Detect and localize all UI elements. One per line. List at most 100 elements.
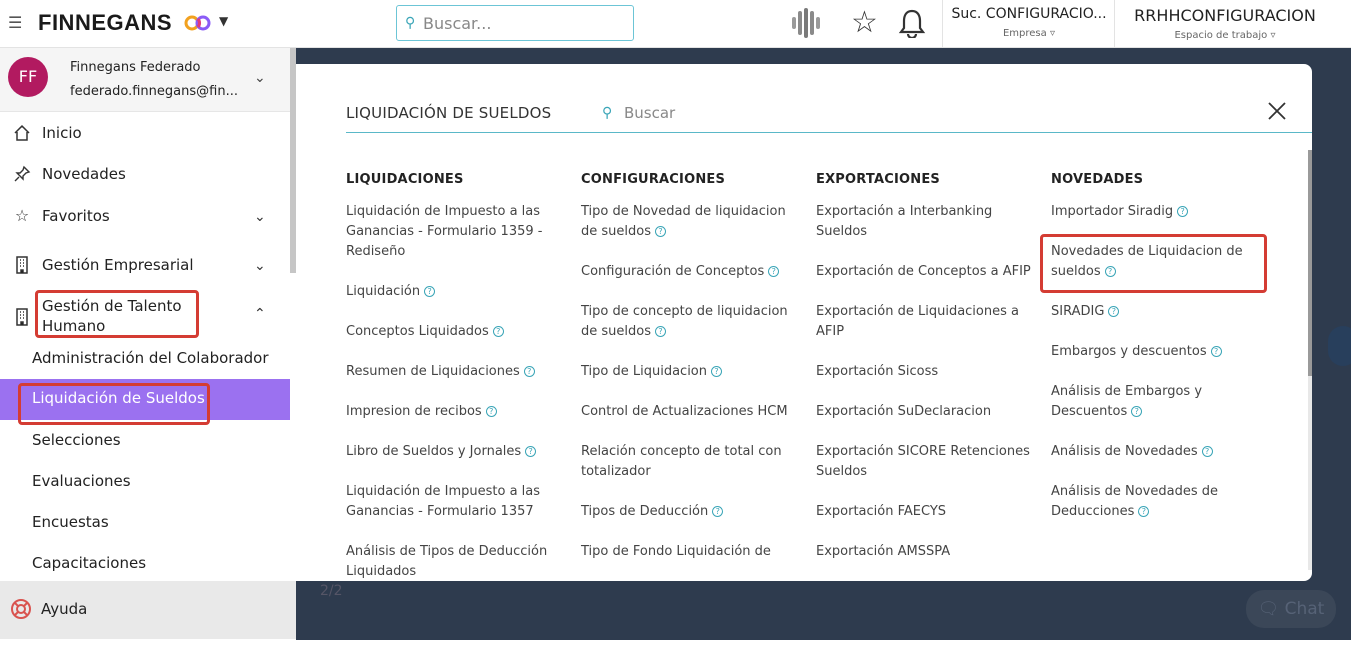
sidebar-item-inicio[interactable]: Inicio (0, 116, 290, 152)
hamburger-icon[interactable]: ☰ (8, 13, 22, 32)
home-icon (14, 124, 30, 141)
subitem-label: Liquidación de Sueldos (32, 389, 205, 407)
menu-link[interactable]: Relación concepto de total con totalizad… (581, 442, 796, 482)
help-circle-icon[interactable]: ? (1104, 266, 1116, 277)
modal-title: LIQUIDACIÓN DE SUELDOS (346, 104, 552, 122)
global-search-input[interactable] (423, 12, 623, 34)
pin-icon (14, 165, 31, 182)
chat-button[interactable]: 🗨 Chat (1246, 590, 1336, 628)
menu-link[interactable]: Configuración de Conceptos? (581, 262, 796, 282)
help-circle-icon[interactable]: ? (485, 406, 497, 417)
menu-link[interactable]: Impresion de recibos? (346, 402, 561, 422)
menu-link[interactable]: Análisis de Novedades de Deducciones? (1051, 482, 1266, 522)
menu-link[interactable]: Tipo de Novedad de liquidacion de sueldo… (581, 202, 796, 242)
empresa-label: Empresa (1002, 28, 1047, 39)
help-circle-icon[interactable]: ? (1131, 406, 1143, 417)
subitem-evaluaciones[interactable]: Evaluaciones (0, 462, 290, 502)
menu-link[interactable]: Exportación SICORE Retenciones Sueldos (816, 442, 1031, 482)
user-panel[interactable]: FF Finnegans Federado federado.finnegans… (0, 48, 296, 112)
menu-link[interactable]: Novedades de Liquidacion de sueldos? (1051, 242, 1266, 282)
subitem-label: Selecciones (32, 431, 121, 449)
waveform-avatar-icon[interactable] (790, 6, 824, 40)
subitem-label: Encuestas (32, 513, 109, 531)
menu-link[interactable]: Tipo de Fondo Liquidación de (581, 542, 796, 562)
column-configuraciones: CONFIGURACIONES Tipo de Novedad de liqui… (581, 172, 796, 581)
chevron-down-icon[interactable]: ⌄ (254, 70, 266, 86)
modal-search-input[interactable] (624, 101, 924, 125)
help-circle-icon[interactable]: ? (424, 286, 436, 297)
user-name: Finnegans Federado (70, 60, 201, 75)
menu-link[interactable]: Conceptos Liquidados? (346, 322, 561, 342)
help-button[interactable]: Ayuda (0, 581, 296, 639)
help-circle-icon[interactable]: ? (492, 326, 504, 337)
menu-link[interactable]: Exportación de Conceptos a AFIP (816, 262, 1031, 282)
avatar: FF (8, 57, 48, 97)
sidebar-item-favoritos[interactable]: ☆ Favoritos ⌄ (0, 199, 290, 235)
menu-link[interactable]: Resumen de Liquidaciones? (346, 362, 561, 382)
menu-link[interactable]: Tipo de concepto de liquidacion de sueld… (581, 302, 796, 342)
chevron-down-icon[interactable]: ⌄ (254, 258, 266, 274)
help-circle-icon[interactable]: ? (768, 266, 780, 277)
menu-link[interactable]: SIRADIG? (1051, 302, 1266, 322)
column-header: EXPORTACIONES (816, 172, 940, 187)
help-circle-icon[interactable]: ? (1138, 506, 1150, 517)
menu-link[interactable]: Exportación SuDeclaracion (816, 402, 1031, 422)
search-icon: ⚲ (405, 15, 416, 31)
menu-link[interactable]: Exportación a Interbanking Sueldos (816, 202, 1031, 242)
menu-link[interactable]: Control de Actualizaciones HCM (581, 402, 796, 422)
column-header: NOVEDADES (1051, 172, 1144, 187)
sidebar-item-gestion-talento-humano[interactable]: Gestión de Talento Humano ⌃ (0, 294, 290, 342)
menu-link[interactable]: Análisis de Tipos de Deducción Liquidado… (346, 542, 561, 581)
help-circle-icon[interactable]: ? (1177, 206, 1189, 217)
menu-link[interactable]: Liquidación? (346, 282, 561, 302)
menu-link[interactable]: Importador Siradig? (1051, 202, 1266, 222)
help-circle-icon[interactable]: ? (654, 326, 666, 337)
chevron-down-icon[interactable]: ⌄ (254, 209, 266, 225)
help-circle-icon[interactable]: ? (712, 506, 724, 517)
workspace-value: RRHHCONFIGURACION (1134, 6, 1316, 25)
sidebar-item-label: Gestión de Talento Humano (42, 297, 182, 335)
column-liquidaciones: LIQUIDACIONES Liquidación de Impuesto a … (346, 172, 561, 581)
subitem-administracion-colaborador[interactable]: Administración del Colaborador (0, 339, 290, 379)
subitem-liquidacion-sueldos[interactable]: Liquidación de Sueldos (0, 379, 290, 420)
help-circle-icon[interactable]: ? (525, 446, 537, 457)
menu-link[interactable]: Exportación Sicoss (816, 362, 1031, 382)
global-search[interactable]: ⚲ (396, 5, 634, 41)
menu-link[interactable]: Embargos y descuentos? (1051, 342, 1266, 362)
modal-scrollbar-thumb[interactable] (1308, 150, 1312, 376)
side-handle[interactable] (1328, 326, 1351, 366)
column-header: LIQUIDACIONES (346, 172, 464, 187)
subitem-capacitaciones[interactable]: Capacitaciones (0, 544, 290, 584)
menu-link[interactable]: Libro de Sueldos y Jornales? (346, 442, 561, 462)
menu-link[interactable]: Liquidación de Impuesto a las Ganancias … (346, 202, 561, 262)
subitem-encuestas[interactable]: Encuestas (0, 503, 290, 543)
modal-scrollbar[interactable] (1308, 150, 1312, 570)
brand-caret-icon[interactable]: ▼ (219, 14, 228, 28)
sidebar-item-novedades[interactable]: Novedades (0, 157, 290, 193)
help-circle-icon[interactable]: ? (654, 226, 666, 237)
help-circle-icon[interactable]: ? (711, 366, 723, 377)
subitem-selecciones[interactable]: Selecciones (0, 421, 290, 461)
sidebar-item-label: Inicio (42, 124, 82, 142)
menu-link[interactable]: Liquidación de Impuesto a las Ganancias … (346, 482, 561, 522)
menu-link[interactable]: Exportación de Liquidaciones a AFIP (816, 302, 1031, 342)
workspace-select[interactable]: RRHHCONFIGURACION Espacio de trabajo ▿ (1122, 6, 1328, 41)
sidebar-item-gestion-empresarial[interactable]: Gestión Empresarial ⌄ (0, 248, 290, 284)
menu-link[interactable]: Exportación AMSSPA (816, 542, 1031, 562)
empresa-select[interactable]: Suc. CONFIGURACIO... Empresa ▿ (950, 6, 1108, 39)
help-circle-icon[interactable]: ? (1201, 446, 1213, 457)
menu-link[interactable]: Exportación FAECYS (816, 502, 1031, 522)
menu-link[interactable]: Tipo de Liquidacion? (581, 362, 796, 382)
favorites-star-icon[interactable]: ☆ (851, 6, 878, 40)
help-circle-icon[interactable]: ? (1210, 346, 1222, 357)
menu-link[interactable]: Análisis de Novedades? (1051, 442, 1266, 462)
chevron-up-icon[interactable]: ⌃ (254, 306, 266, 322)
menu-link[interactable]: Análisis de Embargos y Descuentos? (1051, 382, 1266, 422)
notifications-bell-icon[interactable] (898, 8, 926, 38)
brand-logo-text[interactable]: FINNEGANS (38, 10, 172, 36)
help-circle-icon[interactable]: ? (1108, 306, 1120, 317)
menu-link[interactable]: Tipos de Deducción? (581, 502, 796, 522)
workspace-label: Espacio de trabajo (1174, 30, 1268, 41)
close-icon[interactable] (1266, 100, 1288, 122)
help-circle-icon[interactable]: ? (523, 366, 535, 377)
